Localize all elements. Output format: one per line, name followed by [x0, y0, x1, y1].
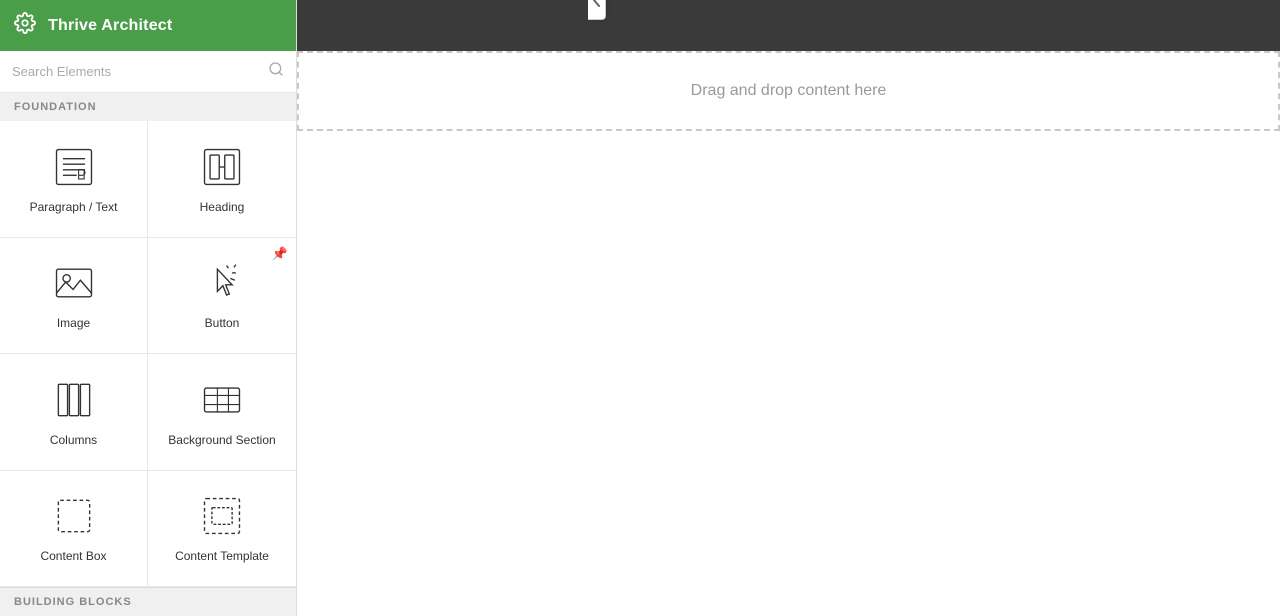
element-label-button: Button [205, 316, 240, 330]
building-blocks-section-label: BUILDING BLOCKS [0, 587, 296, 616]
gear-icon[interactable] [14, 12, 36, 39]
background-section-icon [199, 377, 245, 423]
element-label-heading: Heading [200, 200, 245, 214]
app-title: Thrive Architect [48, 17, 172, 35]
element-item-columns[interactable]: Columns [0, 354, 148, 471]
element-item-content-box[interactable]: Content Box [0, 471, 148, 588]
element-item-heading[interactable]: Heading [148, 121, 296, 238]
element-label-paragraph-text: Paragraph / Text [30, 200, 118, 214]
element-item-background-section[interactable]: Background Section [148, 354, 296, 471]
drop-zone[interactable]: Drag and drop content here [297, 51, 1280, 131]
sidebar-header: Thrive Architect [0, 0, 296, 51]
image-icon [51, 260, 97, 306]
element-item-image[interactable]: Image [0, 238, 148, 355]
paragraph-text-icon [51, 144, 97, 190]
element-label-image: Image [57, 316, 90, 330]
canvas-area: Drag and drop content here [297, 51, 1280, 616]
sidebar: Thrive Architect FOUNDATION [0, 0, 297, 616]
content-box-icon [51, 493, 97, 539]
heading-icon [199, 144, 245, 190]
element-label-columns: Columns [50, 433, 97, 447]
element-item-button[interactable]: 📌 Button [148, 238, 296, 355]
element-label-background-section: Background Section [168, 433, 275, 447]
canvas-top-bar [297, 0, 1280, 51]
columns-icon [51, 377, 97, 423]
search-icon[interactable] [268, 61, 284, 82]
element-item-paragraph-text[interactable]: Paragraph / Text [0, 121, 148, 238]
main-canvas: Drag and drop content here [297, 0, 1280, 616]
element-item-content-template[interactable]: Content Template [148, 471, 296, 588]
elements-grid: Paragraph / Text Heading Image 📌 [0, 121, 296, 587]
foundation-section-label: FOUNDATION [0, 93, 296, 121]
drop-zone-text: Drag and drop content here [691, 82, 887, 100]
search-input[interactable] [12, 64, 268, 79]
element-label-content-template: Content Template [175, 549, 269, 563]
button-icon [199, 260, 245, 306]
pin-icon: 📌 [272, 246, 288, 262]
content-template-icon [199, 493, 245, 539]
element-label-content-box: Content Box [40, 549, 106, 563]
search-bar [0, 51, 296, 93]
collapse-sidebar-button[interactable] [588, 0, 606, 20]
